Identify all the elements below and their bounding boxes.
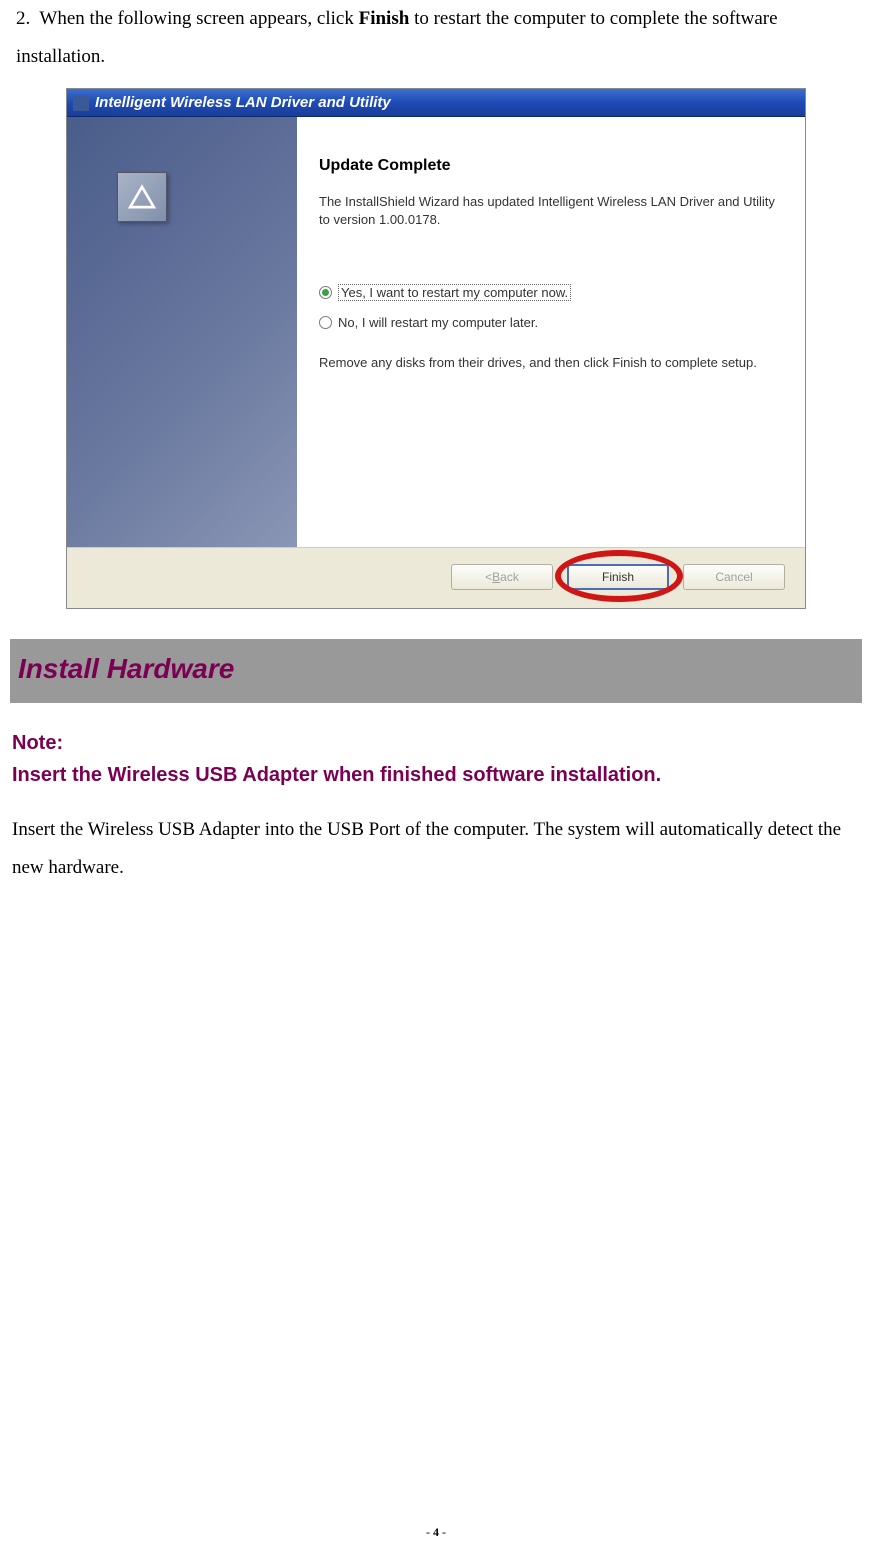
- pg-prefix: -: [426, 1525, 433, 1539]
- titlebar-text: Intelligent Wireless LAN Driver and Util…: [95, 94, 391, 111]
- note-block: Note: Insert the Wireless USB Adapter wh…: [8, 727, 864, 791]
- step-bold-finish: Finish: [359, 8, 410, 29]
- step-text-before: When the following screen appears, click: [39, 8, 358, 29]
- body-paragraph: Insert the Wireless USB Adapter into the…: [8, 811, 864, 887]
- finish-button[interactable]: Finish: [567, 564, 669, 590]
- step-number: 2.: [16, 8, 30, 29]
- radio-icon-unchecked: [319, 316, 332, 329]
- installer-body: Update Complete The InstallShield Wizard…: [67, 117, 805, 547]
- installer-footer: < Back Finish Cancel: [67, 547, 805, 608]
- radio-restart-later-label: No, I will restart my computer later.: [338, 315, 538, 330]
- step-2-instruction: 2. When the following screen appears, cl…: [16, 0, 864, 76]
- back-rest: ack: [500, 570, 519, 584]
- back-button: < Back: [451, 564, 553, 590]
- finish-label: Finish: [602, 570, 634, 584]
- section-heading: Install Hardware: [10, 639, 862, 703]
- installer-right-panel: Update Complete The InstallShield Wizard…: [297, 117, 805, 547]
- pg-suffix: -: [439, 1525, 446, 1539]
- radio-restart-now[interactable]: Yes, I want to restart my computer now.: [319, 284, 783, 301]
- radio-restart-later[interactable]: No, I will restart my computer later.: [319, 315, 783, 330]
- cancel-button: Cancel: [683, 564, 785, 590]
- radio-restart-now-label: Yes, I want to restart my computer now.: [338, 284, 571, 301]
- wizard-logo-icon: [117, 172, 167, 222]
- update-complete-heading: Update Complete: [319, 157, 783, 175]
- installer-window: Intelligent Wireless LAN Driver and Util…: [66, 88, 806, 609]
- cancel-label: Cancel: [715, 570, 752, 584]
- radio-icon-checked: [319, 286, 332, 299]
- note-text: Insert the Wireless USB Adapter when fin…: [12, 759, 860, 791]
- page-number: - 4 -: [0, 1525, 872, 1540]
- installer-left-panel: [67, 117, 297, 547]
- update-description: The InstallShield Wizard has updated Int…: [319, 193, 783, 228]
- back-key: B: [492, 570, 500, 584]
- finish-button-wrapper: Finish: [567, 564, 669, 590]
- titlebar-icon: [73, 95, 89, 111]
- note-label: Note:: [12, 727, 860, 759]
- remove-disks-text: Remove any disks from their drives, and …: [319, 354, 783, 372]
- titlebar: Intelligent Wireless LAN Driver and Util…: [67, 89, 805, 117]
- back-prefix: <: [485, 570, 492, 584]
